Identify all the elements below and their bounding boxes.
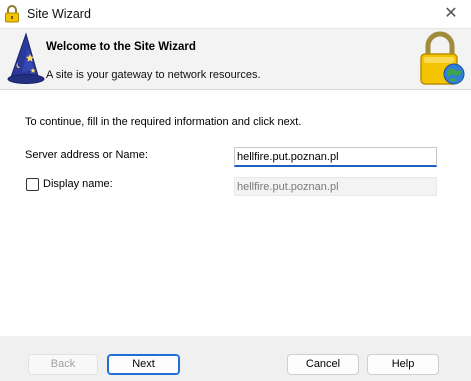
title-bar: Site Wizard ✕ [0,0,471,29]
display-name-checkbox[interactable] [26,178,39,191]
wizard-header: Welcome to the Site Wizard A site is you… [0,29,471,90]
help-button[interactable]: Help [367,354,439,375]
wizard-hat-icon [7,32,45,84]
display-name-input [234,177,437,196]
header-title: Welcome to the Site Wizard [46,41,196,53]
display-name-label[interactable]: Display name: [43,178,113,190]
intro-text: To continue, fill in the required inform… [25,116,302,128]
wizard-content: To continue, fill in the required inform… [0,90,471,336]
server-address-label: Server address or Name: [25,149,148,161]
back-button[interactable]: Back [28,354,98,375]
close-icon[interactable]: ✕ [441,3,461,23]
button-bar: Back Next Cancel Help [0,336,471,381]
server-address-input[interactable] [234,147,437,167]
cancel-button[interactable]: Cancel [287,354,359,375]
lock-icon [5,5,19,23]
lock-globe-icon [420,31,465,85]
window-title: Site Wizard [27,7,91,21]
next-button[interactable]: Next [107,354,180,375]
header-subtitle: A site is your gateway to network resour… [46,69,261,81]
